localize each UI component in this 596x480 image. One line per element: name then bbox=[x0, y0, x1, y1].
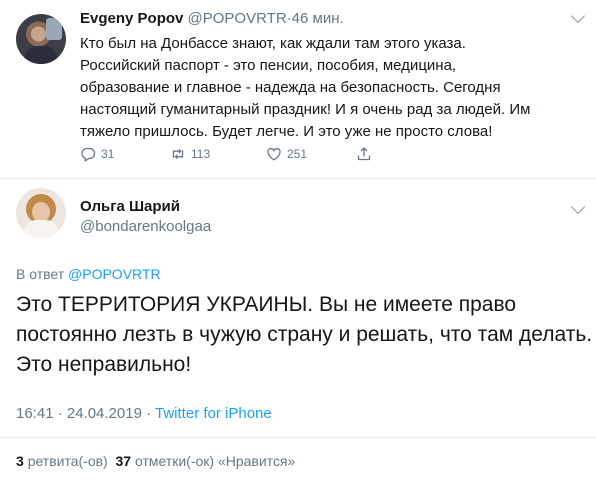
retweets-stat[interactable]: 3 ретвита(-ов) bbox=[16, 453, 108, 469]
tweet-text-line: постоянно лезть в чужую страну и решать,… bbox=[16, 323, 593, 346]
tweet-text: Кто был на Донбассе знают, как ждали там… bbox=[80, 33, 580, 143]
chevron-down-icon[interactable] bbox=[570, 8, 586, 24]
author-name[interactable]: Ольга Шарий bbox=[80, 198, 180, 215]
tweet-text-line: Российский паспорт - это пенсии, пособия… bbox=[80, 57, 457, 74]
tweet-text-line: тяжело пришлось. Будет легче. И это уже … bbox=[80, 123, 493, 140]
likes-stat[interactable]: 37 отметки(-ок) «Нравится» bbox=[116, 453, 296, 469]
reply-button[interactable]: 31 bbox=[80, 146, 114, 162]
tweet-1[interactable]: Evgeny Popov @POPOVRTR·46 мин. Кто был н… bbox=[0, 0, 596, 178]
tweet-text-line: Кто был на Донбассе знают, как ждали там… bbox=[80, 35, 466, 52]
likes-count: 37 bbox=[115, 453, 132, 469]
heart-icon bbox=[267, 147, 281, 161]
retweets-count: 3 bbox=[16, 453, 24, 469]
like-button[interactable]: 251 bbox=[266, 146, 307, 162]
likes-label: отметки(-ок) «Нравится» bbox=[134, 453, 296, 469]
avatar-background bbox=[46, 18, 62, 40]
author-handle[interactable]: @bondarenkoolgaa bbox=[80, 218, 211, 235]
tweet-header: Evgeny Popov @POPOVRTR·46 мин. bbox=[80, 10, 344, 27]
share-icon bbox=[357, 147, 371, 161]
avatar-face bbox=[32, 202, 50, 222]
retweets-label: ретвита(-ов) bbox=[27, 453, 108, 469]
timestamp[interactable]: 16:41 · 24.04.2019 · bbox=[16, 405, 151, 422]
reply-prefix: В ответ bbox=[16, 266, 65, 282]
avatar-figure bbox=[24, 220, 58, 238]
like-count: 251 bbox=[287, 147, 308, 161]
retweet-button[interactable]: 113 bbox=[170, 146, 210, 162]
avatar-figure bbox=[24, 46, 58, 64]
reply-icon bbox=[81, 147, 96, 162]
source-link[interactable]: Twitter for iPhone bbox=[155, 405, 272, 422]
share-button[interactable] bbox=[356, 146, 372, 162]
tweet-text-line: настоящий гуманитарный праздник! И я оче… bbox=[80, 101, 531, 118]
author-name[interactable]: Evgeny Popov bbox=[80, 10, 183, 27]
divider bbox=[0, 437, 596, 438]
reply-count: 31 bbox=[101, 147, 115, 161]
tweet-meta: 16:41 · 24.04.2019 · Twitter for iPhone bbox=[16, 405, 272, 422]
avatar[interactable] bbox=[16, 188, 66, 238]
avatar[interactable] bbox=[16, 14, 66, 64]
tweet-time[interactable]: 46 мин. bbox=[292, 10, 344, 27]
tweet-text-line: Это неправильно! bbox=[16, 353, 192, 376]
chevron-down-icon[interactable] bbox=[570, 199, 586, 215]
tweet-text: Это ТЕРРИТОРИЯ УКРАИНЫ. Вы не имеете пра… bbox=[16, 290, 593, 380]
tweet-text-line: Это ТЕРРИТОРИЯ УКРАИНЫ. Вы не имеете пра… bbox=[16, 293, 517, 316]
author-handle[interactable]: @POPOVRTR bbox=[188, 10, 287, 27]
reply-context: В ответ @POPOVRTR bbox=[16, 266, 161, 282]
retweet-icon bbox=[172, 148, 184, 160]
divider bbox=[0, 178, 596, 179]
reply-to-link[interactable]: @POPOVRTR bbox=[68, 266, 161, 282]
retweet-count: 113 bbox=[191, 147, 211, 161]
tweet-text-line: образование и главное - надежда на безоп… bbox=[80, 79, 501, 96]
tweet-stats: 3 ретвита(-ов) 37 отметки(-ок) «Нравится… bbox=[16, 453, 295, 469]
